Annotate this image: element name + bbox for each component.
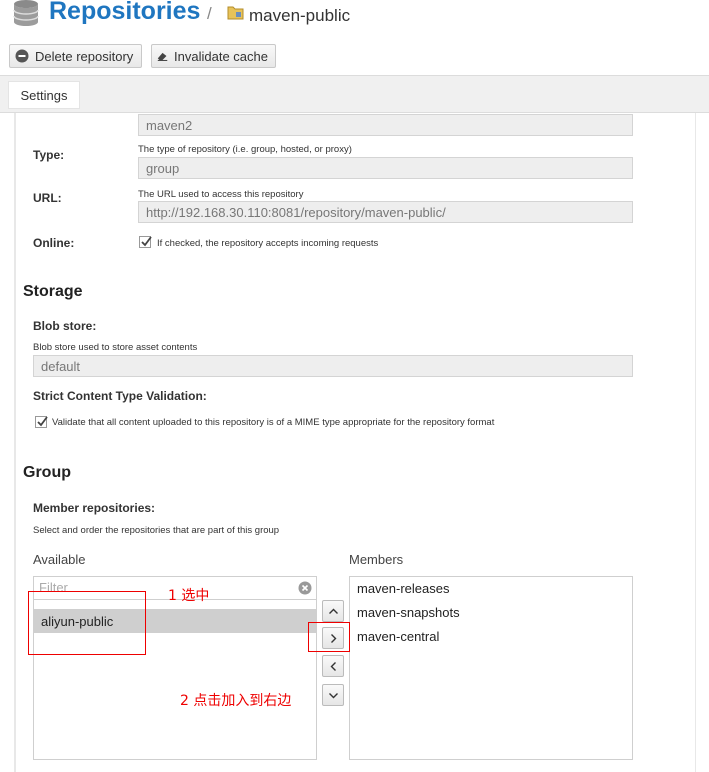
- storage-heading: Storage: [23, 283, 83, 300]
- annotation-step1: 1 选中: [168, 588, 210, 604]
- annotation-box-add-button: [308, 622, 350, 652]
- type-field: group: [138, 157, 633, 179]
- delete-repository-button[interactable]: Delete repository: [9, 44, 142, 68]
- member-repositories-label: Member repositories:: [33, 501, 156, 515]
- eraser-icon: [157, 52, 168, 61]
- breadcrumb-separator: /: [207, 4, 212, 23]
- group-heading: Group: [23, 464, 71, 481]
- database-icon: [13, 0, 39, 26]
- delete-repository-label: Delete repository: [35, 48, 134, 64]
- blob-store-field: default: [33, 355, 633, 377]
- strict-validation-label: Strict Content Type Validation:: [33, 389, 207, 403]
- chevron-down-icon: [329, 693, 338, 699]
- annotation-box-selected: [28, 591, 146, 655]
- type-label: Type:: [33, 148, 65, 162]
- member-item-snapshots[interactable]: maven-snapshots: [357, 605, 460, 620]
- chevron-left-icon: [330, 662, 336, 671]
- online-checkbox[interactable]: [139, 236, 152, 248]
- members-label: Members: [349, 552, 404, 567]
- online-checkbox-text: If checked, the repository accepts incom…: [157, 238, 379, 249]
- format-field: maven2: [138, 114, 633, 136]
- member-item-releases[interactable]: maven-releases: [357, 581, 450, 596]
- blob-store-help: Blob store used to store asset contents: [33, 342, 198, 353]
- minus-circle-icon: [15, 49, 29, 63]
- tab-bar: [0, 75, 709, 113]
- blob-store-label: Blob store:: [33, 319, 97, 333]
- panel-right-border: [695, 113, 696, 772]
- url-field: http://192.168.30.110:8081/repository/ma…: [138, 201, 633, 223]
- invalidate-cache-label: Invalidate cache: [174, 48, 268, 64]
- available-label: Available: [33, 552, 86, 567]
- type-help: The type of repository (i.e. group, host…: [138, 144, 352, 155]
- annotation-step2: 2 点击加入到右边: [180, 693, 292, 709]
- move-down-button[interactable]: [322, 684, 344, 706]
- online-label: Online:: [33, 236, 75, 250]
- chevron-up-icon: [329, 608, 338, 614]
- strict-validation-text: Validate that all content uploaded to th…: [52, 417, 495, 428]
- move-up-button[interactable]: [322, 600, 344, 622]
- invalidate-cache-button[interactable]: Invalidate cache: [151, 44, 276, 68]
- tab-settings[interactable]: Settings: [8, 81, 80, 109]
- checkmark-icon: [37, 416, 48, 427]
- panel-left-border: [14, 113, 16, 772]
- remove-from-members-button[interactable]: [322, 655, 344, 677]
- member-item-central[interactable]: maven-central: [357, 629, 439, 644]
- clear-filter-icon[interactable]: [298, 581, 312, 595]
- url-help: The URL used to access this repository: [138, 189, 304, 200]
- members-list[interactable]: [349, 576, 633, 760]
- breadcrumb-repo-name: maven-public: [249, 6, 351, 25]
- folder-icon: [227, 6, 244, 20]
- checkmark-icon: [141, 236, 152, 247]
- member-repositories-help: Select and order the repositories that a…: [33, 525, 280, 536]
- page-title[interactable]: Repositories: [49, 0, 200, 26]
- strict-validation-checkbox[interactable]: [35, 416, 48, 428]
- url-label: URL:: [33, 191, 62, 205]
